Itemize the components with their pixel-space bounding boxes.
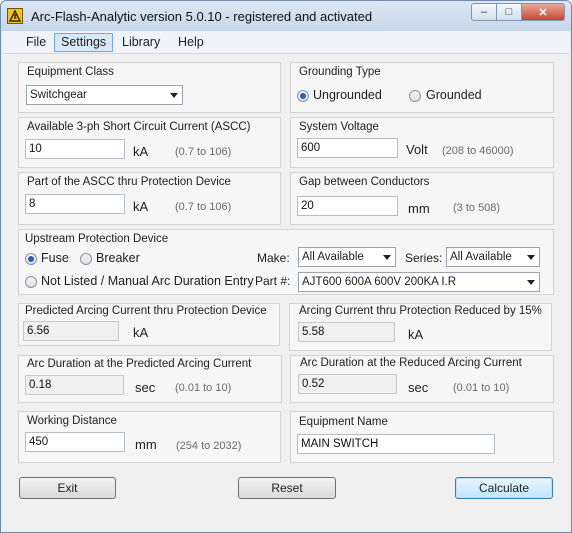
part-number-select[interactable]: AJT600 600A 600V 200KA I.R [298,272,540,292]
equipment-class-value: Switchgear [30,89,87,101]
arc-duration-reduced-value: 0.52 [298,374,397,394]
menu-help[interactable]: Help [171,33,211,52]
ascc-unit: kA [133,144,149,159]
equipment-class-panel: Equipment Class Switchgear [18,62,281,113]
menu-bar: File Settings Library Help [3,31,569,54]
working-distance-input[interactable]: 450 [25,432,125,452]
chevron-down-icon [527,255,535,260]
fuse-radio[interactable] [25,253,37,265]
arc-duration-label: Arc Duration at the Predicted Arcing Cur… [27,358,252,370]
arc-duration-value: 0.18 [25,375,124,395]
working-distance-panel: Working Distance 450 mm (254 to 2032) [18,411,281,463]
grounding-type-panel: Grounding Type Ungrounded Grounded [290,62,554,113]
title-bar[interactable]: Arc-Flash-Analytic version 5.0.10 - regi… [1,1,571,31]
arcing-reduced-unit: kA [408,327,424,342]
ascc-part-label: Part of the ASCC thru Protection Device [27,176,231,188]
gap-input[interactable]: 20 [297,196,398,216]
upstream-device-panel: Upstream Protection Device Fuse Breaker … [18,229,554,295]
chevron-down-icon [383,255,391,260]
arcing-current-value: 6.56 [23,321,119,341]
series-select[interactable]: All Available [446,247,540,267]
system-voltage-range: (208 to 46000) [442,145,514,157]
manual-entry-label[interactable]: Not Listed / Manual Arc Duration Entry [41,274,254,288]
arcing-current-label: Predicted Arcing Current thru Protection… [25,305,267,317]
arcing-reduced-panel: Arcing Current thru Protection Reduced b… [289,303,552,351]
grounding-type-label: Grounding Type [299,66,381,78]
system-voltage-input[interactable]: 600 [297,138,398,158]
equipment-name-label: Equipment Name [299,416,388,428]
arc-duration-reduced-range: (0.01 to 10) [453,382,510,394]
reset-button[interactable]: Reset [238,477,336,499]
part-number-label: Part #: [255,274,291,288]
make-label: Make: [257,251,290,265]
app-logo-icon [7,8,23,24]
gap-label: Gap between Conductors [299,176,430,188]
ascc-part-panel: Part of the ASCC thru Protection Device … [18,172,281,225]
calculate-button[interactable]: Calculate [455,477,553,499]
ascc-panel: Available 3-ph Short Circuit Current (AS… [18,117,281,168]
arc-duration-range: (0.01 to 10) [175,382,232,394]
arcing-reduced-value: 5.58 [298,322,395,342]
part-number-value: AJT600 600A 600V 200KA I.R [302,276,457,288]
breaker-radio[interactable] [80,253,92,265]
window-title: Arc-Flash-Analytic version 5.0.10 - regi… [31,9,373,24]
grounded-label[interactable]: Grounded [426,88,482,102]
arc-duration-reduced-panel: Arc Duration at the Reduced Arcing Curre… [290,355,554,403]
ungrounded-radio[interactable] [297,90,309,102]
series-label: Series: [405,251,443,265]
make-select[interactable]: All Available [298,247,396,267]
close-button[interactable]: ✕ [522,3,565,21]
menu-settings[interactable]: Settings [54,33,114,52]
arc-duration-reduced-label: Arc Duration at the Reduced Arcing Curre… [300,357,522,369]
manual-entry-radio[interactable] [25,276,37,288]
working-distance-unit: mm [135,437,157,452]
breaker-label[interactable]: Breaker [96,251,140,265]
arc-duration-reduced-unit: sec [408,380,429,395]
upstream-device-label: Upstream Protection Device [25,233,169,245]
system-voltage-unit: Volt [406,142,428,157]
working-distance-label: Working Distance [27,415,117,427]
make-value: All Available [302,251,364,263]
arcing-current-panel: Predicted Arcing Current thru Protection… [18,303,280,346]
maximize-button[interactable]: □ [497,3,522,21]
arc-duration-unit: sec [135,380,156,395]
gap-range: (3 to 508) [453,202,501,214]
arcing-reduced-label: Arcing Current thru Protection Reduced b… [299,305,542,317]
arc-duration-panel: Arc Duration at the Predicted Arcing Cur… [18,355,282,403]
ascc-part-range: (0.7 to 106) [175,201,232,213]
menu-library[interactable]: Library [115,33,167,52]
ascc-label: Available 3-ph Short Circuit Current (AS… [27,121,251,133]
equipment-name-input[interactable]: MAIN SWITCH [297,434,495,454]
ascc-range: (0.7 to 106) [175,146,232,158]
ascc-input[interactable]: 10 [25,139,125,159]
app-window: Arc-Flash-Analytic version 5.0.10 - regi… [0,0,572,533]
equipment-class-select[interactable]: Switchgear [26,85,183,105]
form-area: Equipment Class Switchgear Grounding Typ… [3,54,569,530]
gap-panel: Gap between Conductors 20 mm (3 to 508) [290,172,554,225]
gap-unit: mm [408,201,430,216]
ascc-part-input[interactable]: 8 [25,194,125,214]
arcing-current-unit: kA [133,325,149,340]
equipment-class-label: Equipment Class [27,66,114,78]
system-voltage-panel: System Voltage 600 Volt (208 to 46000) [290,117,554,168]
ascc-part-unit: kA [133,199,149,214]
working-distance-range: (254 to 2032) [176,440,242,452]
ungrounded-label[interactable]: Ungrounded [313,88,382,102]
menu-file[interactable]: File [19,33,53,52]
system-voltage-label: System Voltage [299,121,379,133]
series-value: All Available [450,251,512,263]
minimize-button[interactable]: – [471,3,497,21]
grounded-radio[interactable] [409,90,421,102]
equipment-name-panel: Equipment Name MAIN SWITCH [290,411,554,463]
exit-button[interactable]: Exit [19,477,116,499]
fuse-label[interactable]: Fuse [41,251,69,265]
chevron-down-icon [170,93,178,98]
chevron-down-icon [527,280,535,285]
